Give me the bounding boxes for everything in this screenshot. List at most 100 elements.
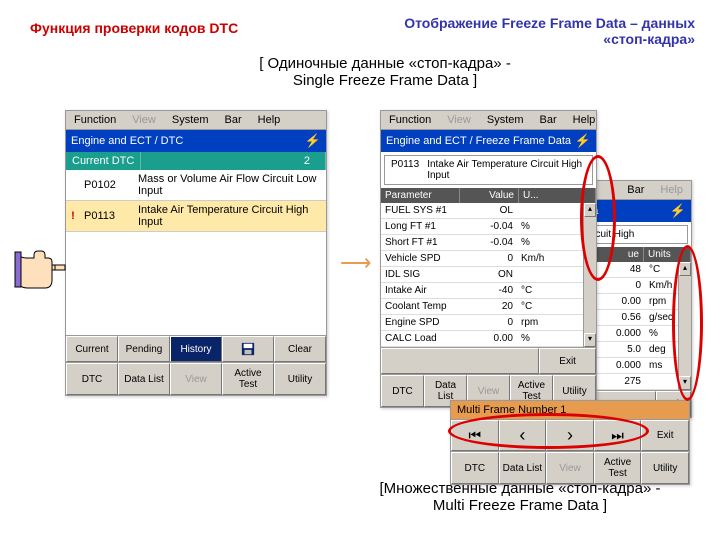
param-value: 0 xyxy=(459,251,517,266)
dtc-desc: Intake Air Temperature Circuit High Inpu… xyxy=(427,159,586,181)
dtc-code: P0102 xyxy=(80,179,134,191)
param-value: 20 xyxy=(459,299,517,314)
param-name: Short FT #1 xyxy=(381,235,459,250)
menu-bar[interactable]: Bar xyxy=(619,181,652,199)
param-row[interactable]: CALC Load0.00% xyxy=(381,331,596,347)
param-value: 0 xyxy=(459,315,517,330)
title-text: Engine and ECT / DTC xyxy=(71,135,183,147)
highlight-ellipse xyxy=(672,245,703,401)
subtitle-top: [ Одиночные данные «стоп-кадра» - Single… xyxy=(255,55,515,89)
button-row: DTC Data List View Active Test Utility xyxy=(451,451,689,484)
title-bar: Engine and ECT / DTC ⚡ xyxy=(66,130,326,152)
param-name: Intake Air xyxy=(381,283,459,298)
param-value: ON xyxy=(459,267,517,282)
param-unit: °C xyxy=(517,299,555,314)
history-button[interactable]: History xyxy=(170,336,222,362)
menu-function[interactable]: Function xyxy=(66,111,124,129)
param-name: FUEL SYS #1 xyxy=(381,203,459,218)
highlight-ellipse xyxy=(448,413,649,449)
dtc-row-selected[interactable]: ! P0113 Intake Air Temperature Circuit H… xyxy=(66,201,326,232)
param-name: Long FT #1 xyxy=(381,219,459,234)
dtc-code: P0113 xyxy=(391,159,419,181)
param-name: Coolant Temp xyxy=(381,299,459,314)
code-box: P0113 Intake Air Temperature Circuit Hig… xyxy=(384,155,593,185)
page-title-right: Отображение Freeze Frame Data – данных «… xyxy=(395,15,695,47)
data-list-button[interactable]: Data List xyxy=(118,363,170,395)
bolt-icon: ⚡ xyxy=(670,203,686,219)
menu-system[interactable]: System xyxy=(479,111,532,129)
param-value: -0.04 xyxy=(459,219,517,234)
dtc-button[interactable]: DTC xyxy=(66,363,118,395)
menu-help[interactable]: Help xyxy=(565,111,604,129)
exit-button[interactable]: Exit xyxy=(539,348,596,374)
param-unit: Km/h xyxy=(517,251,555,266)
current-button[interactable]: Current xyxy=(66,336,118,362)
active-test-button[interactable]: Active Test xyxy=(222,363,274,395)
button-row-1: Exit xyxy=(381,347,596,374)
param-unit xyxy=(517,203,555,218)
exclaim-icon: ! xyxy=(66,210,80,222)
menu-help: Help xyxy=(652,181,691,199)
param-unit: % xyxy=(517,219,555,234)
param-row[interactable]: FUEL SYS #1OL xyxy=(381,203,596,219)
dtc-code: P0113 xyxy=(80,210,134,222)
param-unit: rpm xyxy=(517,315,555,330)
view-button: View xyxy=(170,363,222,395)
param-unit: % xyxy=(517,235,555,250)
param-value: OL xyxy=(459,203,517,218)
param-row[interactable]: Long FT #1-0.04% xyxy=(381,219,596,235)
highlight-ellipse xyxy=(580,155,616,281)
save-button[interactable] xyxy=(222,336,274,362)
page-title-left: Функция проверки кодов DTC xyxy=(30,20,238,36)
utility-button[interactable]: Utility xyxy=(274,363,326,395)
button-row-1: Current Pending History Clear xyxy=(66,335,326,362)
subtitle-bottom: [Множественные данные «стоп-кадра» - Mul… xyxy=(370,480,670,514)
param-name: Vehicle SPD xyxy=(381,251,459,266)
head-param: Parameter xyxy=(381,188,460,203)
status-label: Current DTC xyxy=(66,152,141,170)
menubar[interactable]: Function View System Bar Help xyxy=(381,111,596,130)
param-row[interactable]: IDL SIGON xyxy=(381,267,596,283)
param-name: IDL SIG xyxy=(381,267,459,282)
data-list-button[interactable]: Data List xyxy=(499,452,547,484)
title-bar: Engine and ECT / Freeze Frame Data ⚡ xyxy=(381,130,596,152)
dtc-button[interactable]: DTC xyxy=(451,452,499,484)
dtc-window: Function View System Bar Help Engine and… xyxy=(65,110,327,396)
dtc-desc: Intake Air Temperature Circuit High Inpu… xyxy=(134,201,326,231)
bolt-icon: ⚡ xyxy=(305,133,321,149)
param-unit xyxy=(517,267,555,282)
view-button: View xyxy=(546,452,594,484)
active-test-button[interactable]: Active Test xyxy=(594,452,642,484)
param-row[interactable]: Short FT #1-0.04% xyxy=(381,235,596,251)
param-row[interactable]: Engine SPD0rpm xyxy=(381,315,596,331)
floppy-icon xyxy=(241,342,255,356)
dtc-row[interactable]: P0102 Mass or Volume Air Flow Circuit Lo… xyxy=(66,170,326,201)
utility-button[interactable]: Utility xyxy=(641,452,689,484)
pointing-hand-icon xyxy=(10,240,70,312)
param-value: -0.04 xyxy=(459,235,517,250)
param-value: 0.00 xyxy=(459,331,517,346)
head-value: Value xyxy=(460,188,519,203)
title-text: Engine and ECT / Freeze Frame Data xyxy=(386,135,571,147)
button-row-2: DTC Data List View Active Test Utility xyxy=(66,362,326,395)
param-row[interactable]: Coolant Temp20°C xyxy=(381,299,596,315)
pending-button[interactable]: Pending xyxy=(118,336,170,362)
menu-bar[interactable]: Bar xyxy=(532,111,565,129)
scroll-down-icon[interactable]: ▾ xyxy=(584,333,596,347)
param-row[interactable]: Intake Air-40°C xyxy=(381,283,596,299)
menu-bar[interactable]: Bar xyxy=(217,111,250,129)
menu-function[interactable]: Function xyxy=(381,111,439,129)
param-name: Engine SPD xyxy=(381,315,459,330)
menu-view: View xyxy=(124,111,164,129)
menu-system[interactable]: System xyxy=(164,111,217,129)
spacer xyxy=(381,348,539,374)
param-header: Parameter Value U... xyxy=(381,188,596,203)
clear-button[interactable]: Clear xyxy=(274,336,326,362)
menubar[interactable]: Function View System Bar Help xyxy=(66,111,326,130)
param-name: CALC Load xyxy=(381,331,459,346)
menu-help[interactable]: Help xyxy=(250,111,289,129)
exit-button[interactable]: Exit xyxy=(641,420,689,451)
dtc-button[interactable]: DTC xyxy=(381,375,424,407)
status-bar: Current DTC 2 xyxy=(66,152,326,170)
param-row[interactable]: Vehicle SPD0Km/h xyxy=(381,251,596,267)
